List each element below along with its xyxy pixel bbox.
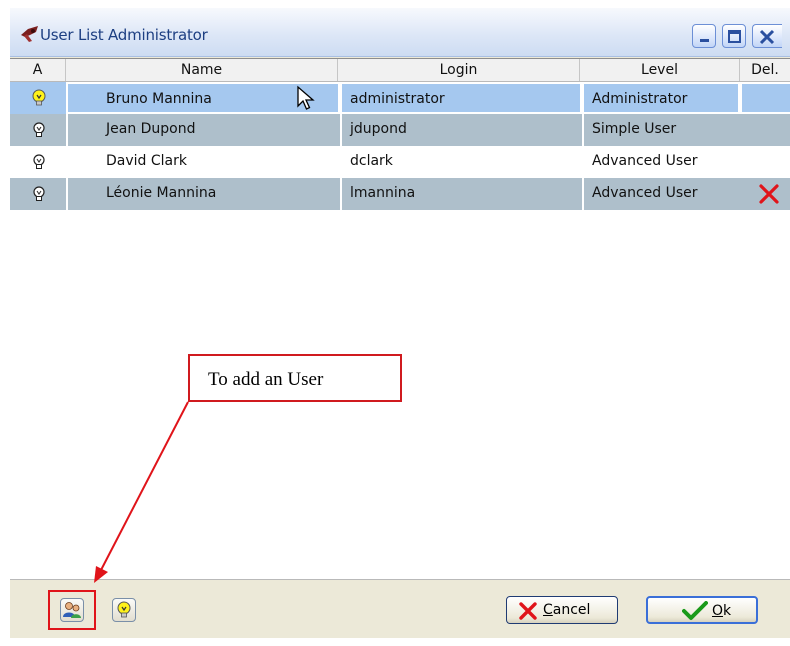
- minimize-icon: [700, 39, 709, 42]
- callout-text: To add an User: [208, 369, 324, 390]
- ok-label: Ok: [712, 603, 732, 619]
- lightbulb-icon: [117, 601, 131, 618]
- table-row[interactable]: Léonie Mannina lmannina Advanced User: [10, 178, 790, 210]
- cancel-button[interactable]: Cancel: [506, 596, 618, 624]
- cell-login: jdupond: [340, 114, 582, 146]
- table-row[interactable]: Bruno Mannina administrator Administrato…: [10, 82, 790, 114]
- lightbulb-off-icon[interactable]: [30, 152, 48, 172]
- cell-login: administrator: [340, 82, 582, 114]
- column-header-active[interactable]: A: [10, 59, 66, 81]
- cell-delete[interactable]: [740, 114, 790, 146]
- table-header: A Name Login Level Del.: [10, 59, 790, 82]
- activate-user-button[interactable]: [112, 598, 136, 622]
- maximize-button[interactable]: [722, 24, 746, 48]
- title-bar[interactable]: User List Administrator: [10, 8, 790, 57]
- window-title: User List Administrator: [40, 26, 208, 44]
- cell-level: Simple User: [582, 114, 740, 146]
- red-x-icon[interactable]: [758, 183, 780, 205]
- cell-delete[interactable]: [740, 82, 790, 114]
- table-row[interactable]: David Clark dclark Advanced User: [10, 146, 790, 178]
- minimize-button[interactable]: [692, 24, 716, 48]
- cell-level: Advanced User: [582, 178, 740, 210]
- bottom-toolbar: Cancel Ok: [10, 579, 790, 638]
- column-header-name[interactable]: Name: [66, 59, 338, 81]
- callout-box: To add an User: [188, 354, 402, 402]
- table-row[interactable]: Jean Dupond jdupond Simple User: [10, 114, 790, 146]
- cell-login: lmannina: [340, 178, 582, 210]
- column-header-level[interactable]: Level: [580, 59, 740, 81]
- maximize-icon: [728, 30, 741, 43]
- lightbulb-on-icon[interactable]: [30, 88, 48, 108]
- cell-name: Léonie Mannina: [66, 178, 340, 210]
- user-table: A Name Login Level Del. Bruno Mannina ad…: [10, 58, 790, 579]
- lightbulb-off-icon[interactable]: [30, 120, 48, 140]
- cell-level: Advanced User: [592, 153, 698, 169]
- cell-name: Jean Dupond: [66, 114, 340, 146]
- green-check-icon: [682, 601, 708, 620]
- cancel-label: Cancel: [543, 602, 591, 618]
- close-icon: [759, 29, 775, 45]
- ok-button[interactable]: Ok: [646, 596, 758, 624]
- cell-level: Administrator: [582, 82, 740, 114]
- cell-login: dclark: [350, 153, 393, 169]
- cell-name: David Clark: [106, 153, 187, 169]
- app-icon: [21, 26, 38, 42]
- add-user-icon: [63, 602, 81, 618]
- red-x-icon: [519, 602, 537, 620]
- cell-delete[interactable]: [740, 146, 790, 178]
- column-header-delete[interactable]: Del.: [740, 59, 790, 81]
- column-header-login[interactable]: Login: [338, 59, 580, 81]
- user-list-window: User List Administrator A Name Login Lev…: [10, 8, 790, 638]
- mouse-cursor-icon: [297, 85, 315, 110]
- lightbulb-off-icon[interactable]: [30, 184, 48, 204]
- add-user-button[interactable]: [60, 598, 84, 622]
- close-button[interactable]: [752, 24, 782, 48]
